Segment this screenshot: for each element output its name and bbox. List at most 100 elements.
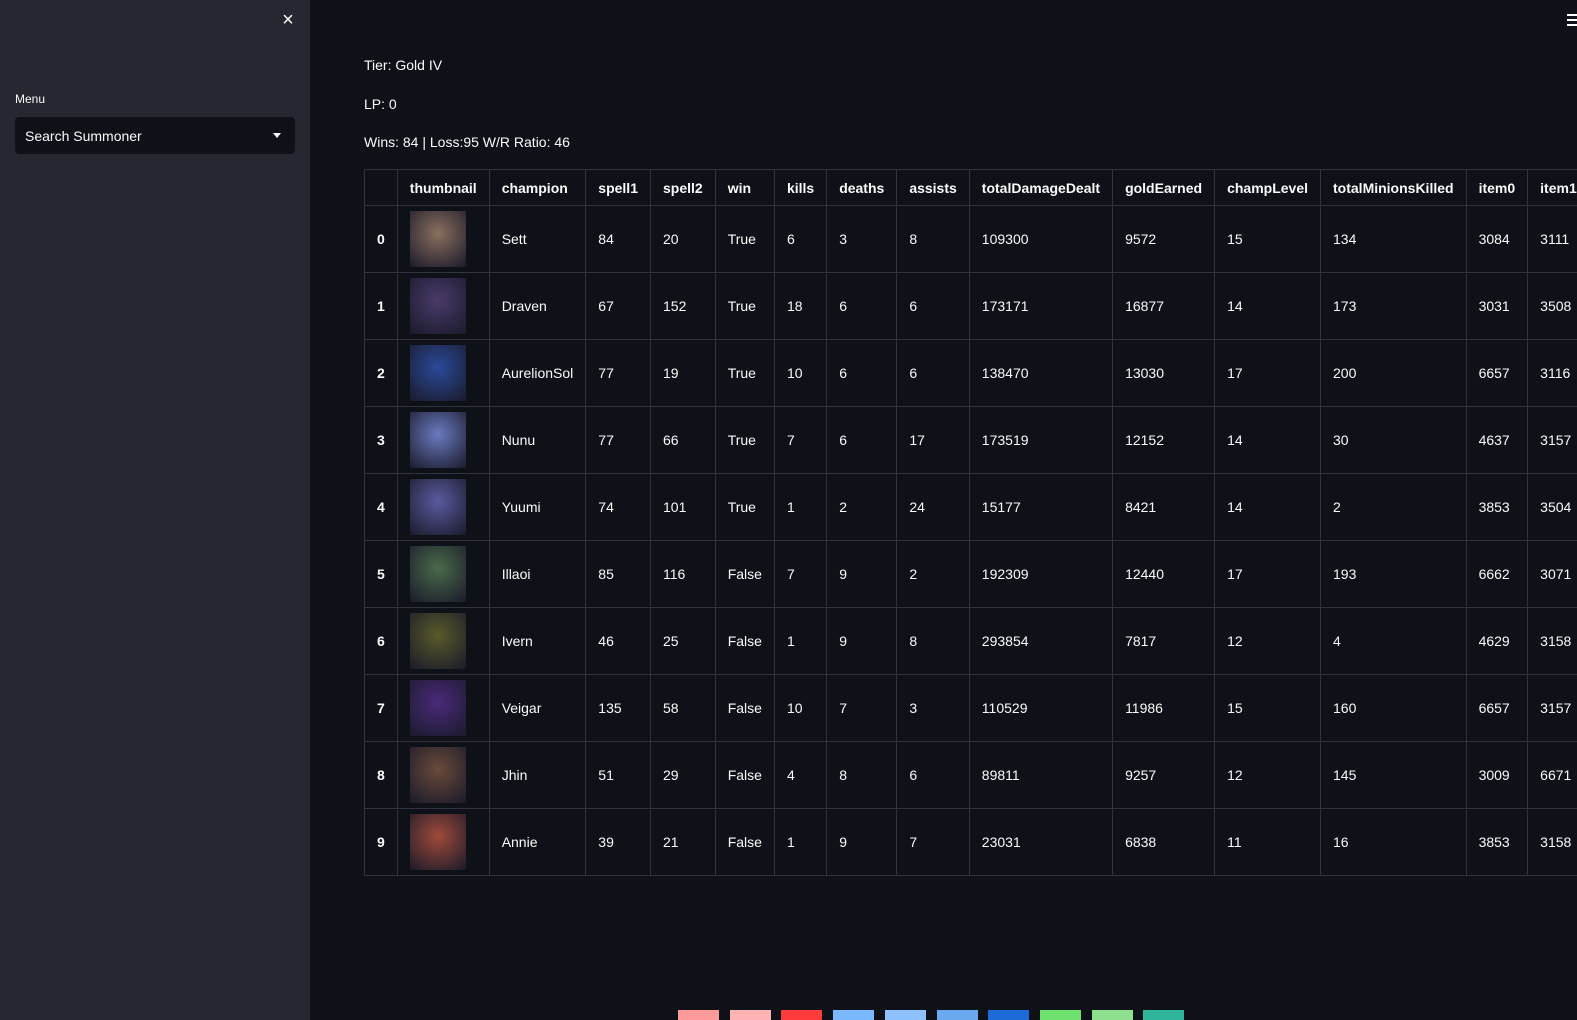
column-header[interactable]: spell1 xyxy=(585,169,651,206)
cell-spell2: 20 xyxy=(650,205,716,273)
column-header[interactable]: item0 xyxy=(1465,169,1529,206)
cell-item0: 6657 xyxy=(1465,674,1529,742)
cell-item1: 3508 xyxy=(1527,272,1577,340)
cell-kills: 7 xyxy=(773,540,828,608)
thumbnail-cell xyxy=(396,473,490,541)
thumbnail-cell xyxy=(396,272,490,340)
table-row: 0 Sett 84 20 True 6 3 8 109300 9572 15 134 3084 3111 xyxy=(364,205,1577,273)
column-header[interactable]: kills xyxy=(773,169,828,206)
cell-spell2: 116 xyxy=(650,540,716,608)
row-index: 3 xyxy=(364,406,398,474)
cell-win: True xyxy=(714,205,775,273)
cell-deaths: 8 xyxy=(826,741,898,809)
thumbnail-cell xyxy=(396,808,490,876)
cell-cs: 145 xyxy=(1320,741,1467,809)
cell-champion: AurelionSol xyxy=(488,339,587,407)
cell-cs: 193 xyxy=(1320,540,1467,608)
cell-spell2: 101 xyxy=(650,473,716,541)
cell-item0: 6657 xyxy=(1465,339,1529,407)
cell-dmg: 110529 xyxy=(968,674,1114,742)
cell-cs: 30 xyxy=(1320,406,1467,474)
cell-item1: 3158 xyxy=(1527,607,1577,675)
column-header[interactable]: item1 xyxy=(1527,169,1577,206)
cell-spell2: 25 xyxy=(650,607,716,675)
color-swatch xyxy=(1091,1010,1133,1020)
cell-win: False xyxy=(714,808,775,876)
cell-item1: 6671 xyxy=(1527,741,1577,809)
cell-level: 12 xyxy=(1214,607,1322,675)
cell-item0: 4637 xyxy=(1465,406,1529,474)
cell-spell2: 152 xyxy=(650,272,716,340)
column-header[interactable]: champion xyxy=(488,169,587,206)
cell-gold: 9572 xyxy=(1112,205,1216,273)
cell-dmg: 173519 xyxy=(968,406,1114,474)
row-index: 8 xyxy=(364,741,398,809)
sidebar: × Menu Search Summoner xyxy=(0,0,310,1020)
table-row: 6 Ivern 46 25 False 1 9 8 293854 7817 12 4 4629 3158 xyxy=(364,607,1577,675)
cell-champion: Jhin xyxy=(488,741,587,809)
table-row: 8 Jhin 51 29 False 4 8 6 89811 9257 12 145 3009 6671 xyxy=(364,741,1577,809)
cell-assists: 6 xyxy=(896,339,970,407)
column-header[interactable]: champLevel xyxy=(1214,169,1322,206)
cell-level: 17 xyxy=(1214,540,1322,608)
champion-thumbnail xyxy=(409,345,466,401)
cell-level: 14 xyxy=(1214,473,1322,541)
cell-champion: Ivern xyxy=(488,607,587,675)
color-swatch xyxy=(678,1010,719,1020)
champion-thumbnail xyxy=(409,278,466,334)
cell-gold: 12440 xyxy=(1112,540,1216,608)
row-index: 6 xyxy=(364,607,398,675)
column-header[interactable]: deaths xyxy=(826,169,898,206)
cell-win: False xyxy=(714,607,775,675)
cell-dmg: 15177 xyxy=(968,473,1114,541)
row-index: 1 xyxy=(364,272,398,340)
cell-item0: 3853 xyxy=(1465,808,1529,876)
cell-level: 15 xyxy=(1214,205,1322,273)
menu-select-value: Search Summoner xyxy=(25,127,142,144)
column-header[interactable]: totalDamageDealt xyxy=(968,169,1114,206)
column-header[interactable]: win xyxy=(714,169,775,206)
cell-gold: 12152 xyxy=(1112,406,1216,474)
column-header[interactable]: assists xyxy=(896,169,970,206)
cell-level: 12 xyxy=(1214,741,1322,809)
cell-spell1: 51 xyxy=(585,741,651,809)
color-swatch xyxy=(988,1010,1030,1020)
cell-spell1: 77 xyxy=(585,406,651,474)
cell-assists: 6 xyxy=(896,272,970,340)
cell-gold: 16877 xyxy=(1112,272,1216,340)
column-header[interactable] xyxy=(364,169,398,206)
cell-item0: 4629 xyxy=(1465,607,1529,675)
cell-cs: 4 xyxy=(1320,607,1467,675)
cell-win: True xyxy=(714,272,775,340)
cell-win: False xyxy=(714,674,775,742)
color-swatch xyxy=(833,1010,875,1020)
champion-thumbnail xyxy=(409,814,466,870)
color-swatch xyxy=(729,1010,771,1020)
cell-champion: Draven xyxy=(488,272,587,340)
cell-item0: 3009 xyxy=(1465,741,1529,809)
table-row: 9 Annie 39 21 False 1 9 7 23031 6838 11 16 3853 3158 xyxy=(364,808,1577,876)
close-icon[interactable]: × xyxy=(279,10,297,30)
column-header[interactable]: thumbnail xyxy=(396,169,490,206)
cell-assists: 24 xyxy=(896,473,970,541)
cell-win: True xyxy=(714,406,775,474)
cell-cs: 16 xyxy=(1320,808,1467,876)
column-header[interactable]: totalMinionsKilled xyxy=(1320,169,1467,206)
cell-kills: 1 xyxy=(773,607,828,675)
menu-select[interactable]: Search Summoner xyxy=(15,117,295,154)
column-header[interactable]: goldEarned xyxy=(1112,169,1216,206)
champion-thumbnail xyxy=(409,680,466,736)
champion-thumbnail xyxy=(409,479,466,535)
column-header[interactable]: spell2 xyxy=(650,169,716,206)
cell-level: 14 xyxy=(1214,406,1322,474)
cell-item0: 6662 xyxy=(1465,540,1529,608)
champion-thumbnail xyxy=(409,211,466,267)
row-index: 2 xyxy=(364,339,398,407)
cell-gold: 9257 xyxy=(1112,741,1216,809)
cell-kills: 10 xyxy=(773,339,828,407)
champion-thumbnail xyxy=(409,747,466,803)
cell-dmg: 109300 xyxy=(968,205,1114,273)
cell-assists: 7 xyxy=(896,808,970,876)
cell-deaths: 7 xyxy=(826,674,898,742)
cell-gold: 6838 xyxy=(1112,808,1216,876)
